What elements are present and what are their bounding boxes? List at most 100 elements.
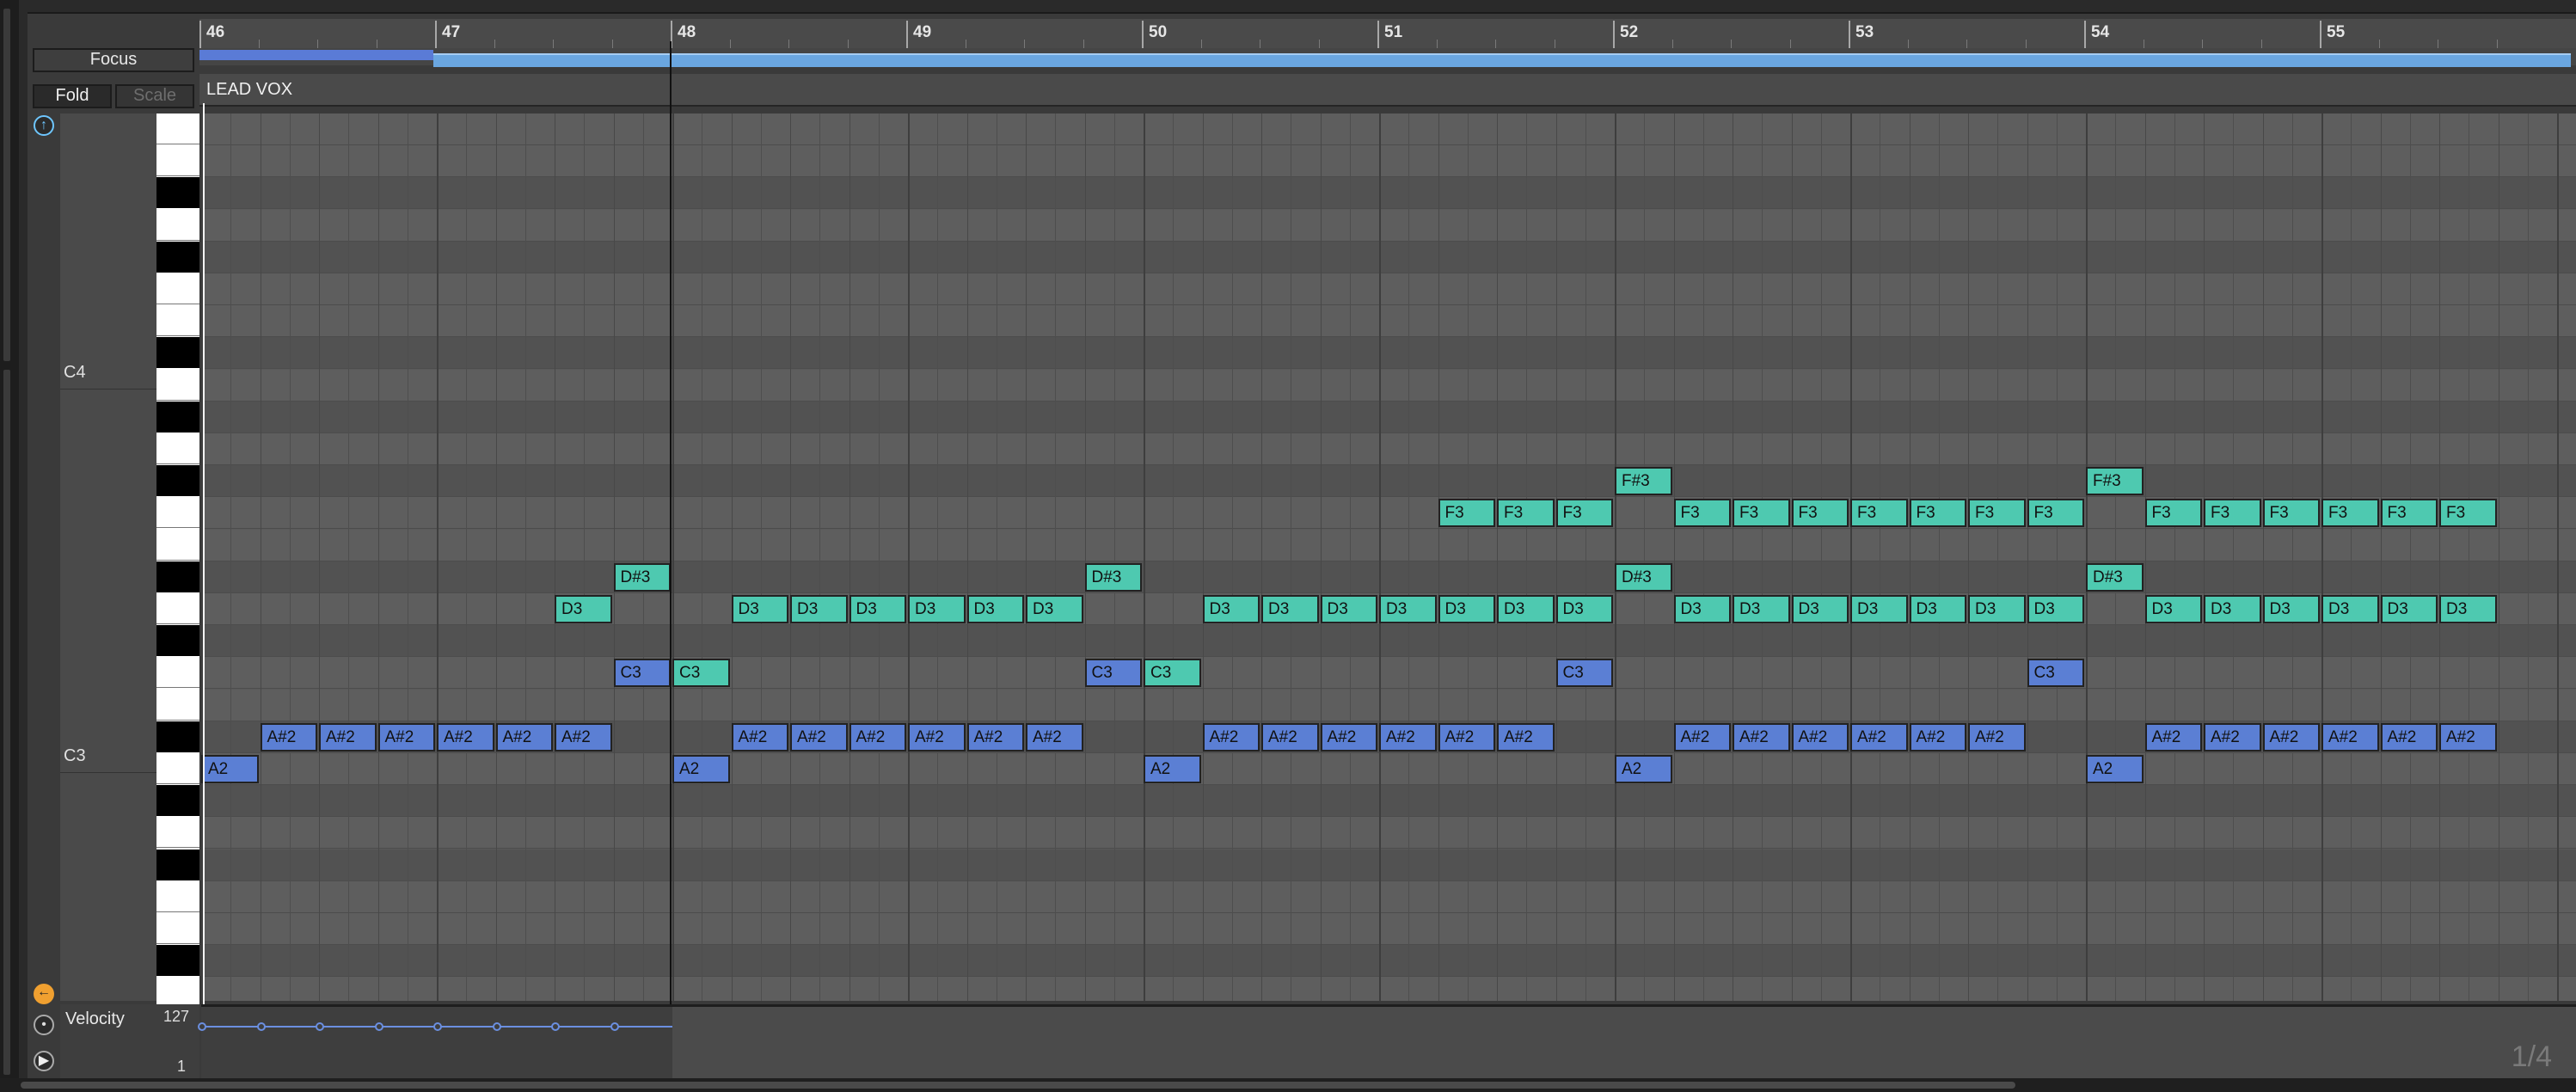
midi-note[interactable]: F#3 xyxy=(2086,467,2144,496)
loop-end-line[interactable] xyxy=(670,41,672,1078)
midi-note[interactable]: D3 xyxy=(1968,595,2026,623)
midi-note[interactable]: F3 xyxy=(2321,499,2379,528)
midi-note[interactable]: F3 xyxy=(1555,499,1613,528)
midi-note[interactable]: D3 xyxy=(1026,595,1083,623)
midi-note[interactable]: D3 xyxy=(1733,595,1790,623)
midi-note[interactable]: D3 xyxy=(2204,595,2261,623)
midi-note[interactable]: A#2 xyxy=(1438,722,1495,752)
midi-note[interactable]: A#2 xyxy=(790,722,848,752)
midi-note[interactable]: D3 xyxy=(1791,595,1849,623)
left-scroll-gutter[interactable] xyxy=(0,0,19,1092)
midi-note[interactable]: D#3 xyxy=(2086,562,2144,592)
piano-key-black[interactable] xyxy=(156,241,199,273)
velocity-marker[interactable] xyxy=(492,1022,501,1031)
midi-note[interactable]: F#3 xyxy=(1615,467,1672,496)
midi-note[interactable]: D3 xyxy=(1909,595,1966,623)
gutter-scroll-track[interactable] xyxy=(3,370,10,1075)
horizontal-scroll-thumb[interactable] xyxy=(21,1082,2015,1089)
piano-key-white[interactable] xyxy=(156,593,199,624)
velocity-marker[interactable] xyxy=(433,1022,442,1031)
midi-note[interactable]: D#3 xyxy=(1084,562,1142,592)
midi-note[interactable]: A#2 xyxy=(731,722,788,752)
midi-note[interactable]: A#2 xyxy=(260,722,317,752)
piano-key-white[interactable] xyxy=(156,273,199,304)
midi-note[interactable]: A#2 xyxy=(319,722,377,752)
piano-key-white[interactable] xyxy=(156,689,199,721)
piano-key-white[interactable] xyxy=(156,529,199,561)
midi-note[interactable]: A#2 xyxy=(849,722,906,752)
midi-note[interactable]: A2 xyxy=(672,755,730,783)
midi-note[interactable]: F3 xyxy=(1968,499,2026,528)
piano-keyboard[interactable] xyxy=(156,113,199,1009)
midi-note[interactable]: C3 xyxy=(2027,659,2084,688)
piano-key-black[interactable] xyxy=(156,337,199,369)
velocity-marker[interactable] xyxy=(316,1022,324,1031)
midi-note[interactable]: D#3 xyxy=(1615,562,1672,592)
midi-note[interactable]: D3 xyxy=(1320,595,1377,623)
piano-key-white[interactable] xyxy=(156,657,199,689)
midi-note[interactable]: F3 xyxy=(2204,499,2261,528)
midi-note[interactable]: D3 xyxy=(1497,595,1555,623)
scale-button[interactable]: Scale xyxy=(115,84,194,108)
velocity-marker[interactable] xyxy=(256,1022,266,1031)
midi-note[interactable]: F3 xyxy=(2262,499,2320,528)
midi-note[interactable]: D3 xyxy=(2439,595,2497,623)
midi-note[interactable]: A#2 xyxy=(1026,722,1083,752)
midi-note[interactable]: F3 xyxy=(1850,499,1908,528)
midi-note[interactable]: F3 xyxy=(2144,499,2202,528)
piano-key-white[interactable] xyxy=(156,817,199,849)
midi-note[interactable]: A#2 xyxy=(1379,722,1437,752)
midi-note[interactable]: A#2 xyxy=(966,722,1024,752)
piano-key-black[interactable] xyxy=(156,465,199,497)
midi-note[interactable]: F3 xyxy=(1497,499,1555,528)
midi-note[interactable]: F3 xyxy=(2380,499,2438,528)
piano-key-black[interactable] xyxy=(156,177,199,209)
midi-note[interactable]: D3 xyxy=(1379,595,1437,623)
midi-note[interactable]: D#3 xyxy=(613,562,671,592)
piano-key-white[interactable] xyxy=(156,209,199,241)
midi-note[interactable]: D3 xyxy=(2321,595,2379,623)
midi-note[interactable]: A#2 xyxy=(1673,722,1731,752)
midi-note[interactable]: F3 xyxy=(1791,499,1849,528)
midi-note[interactable]: F3 xyxy=(1909,499,1966,528)
fold-button[interactable]: Fold xyxy=(33,84,112,108)
midi-note[interactable]: C3 xyxy=(1144,659,1201,688)
velocity-marker[interactable] xyxy=(551,1022,560,1031)
piano-key-black[interactable] xyxy=(156,561,199,592)
piano-key-black[interactable] xyxy=(156,945,199,977)
midi-note[interactable]: A#2 xyxy=(377,722,435,752)
scroll-to-notes-icon[interactable]: ↑ xyxy=(34,115,54,136)
beat-time-ruler[interactable]: 46 47 48 49 50 51 52 53 54 55 xyxy=(199,19,2576,49)
midi-note[interactable]: A2 xyxy=(1615,755,1672,783)
midi-note[interactable]: A2 xyxy=(201,755,259,783)
midi-note[interactable]: D3 xyxy=(1438,595,1495,623)
horizontal-scrollbar[interactable] xyxy=(0,1078,2576,1092)
velocity-marker[interactable] xyxy=(198,1022,206,1031)
midi-note[interactable]: A#2 xyxy=(555,722,612,752)
midi-note[interactable]: D3 xyxy=(849,595,906,623)
midi-note[interactable]: F3 xyxy=(2027,499,2084,528)
midi-note[interactable]: D3 xyxy=(1555,595,1613,623)
midi-note[interactable]: F3 xyxy=(1673,499,1731,528)
preview-play-icon[interactable]: ▶ xyxy=(34,1051,54,1071)
midi-note[interactable]: A#2 xyxy=(1791,722,1849,752)
piano-key-black[interactable] xyxy=(156,785,199,817)
clip-start-marker[interactable] xyxy=(203,103,205,1078)
midi-note[interactable]: A#2 xyxy=(1202,722,1260,752)
midi-note[interactable]: A#2 xyxy=(2262,722,2320,752)
midi-note[interactable]: A#2 xyxy=(2380,722,2438,752)
midi-note[interactable]: D3 xyxy=(908,595,966,623)
midi-note[interactable]: A#2 xyxy=(2439,722,2497,752)
midi-note[interactable]: D3 xyxy=(1202,595,1260,623)
midi-note[interactable]: A#2 xyxy=(2321,722,2379,752)
midi-note[interactable]: A#2 xyxy=(2204,722,2261,752)
midi-note[interactable]: D3 xyxy=(1261,595,1319,623)
midi-note[interactable]: A#2 xyxy=(1909,722,1966,752)
midi-note[interactable]: D3 xyxy=(2262,595,2320,623)
midi-note[interactable]: A#2 xyxy=(908,722,966,752)
midi-note[interactable]: A2 xyxy=(1144,755,1201,783)
arrow-left-icon[interactable]: ← xyxy=(34,984,54,1004)
piano-key-black[interactable] xyxy=(156,625,199,657)
midi-note[interactable]: A#2 xyxy=(1733,722,1790,752)
piano-key-white[interactable] xyxy=(156,977,199,1009)
